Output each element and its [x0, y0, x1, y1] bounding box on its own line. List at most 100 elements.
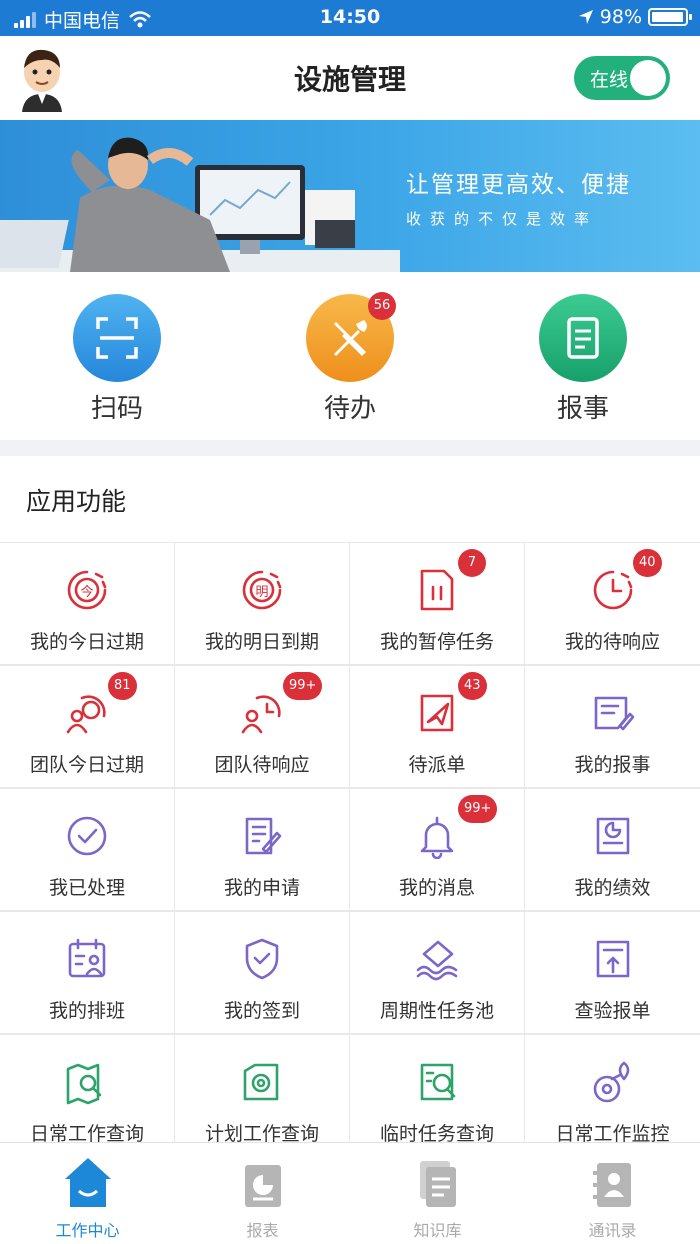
grid-item-label: 日常工作查询 — [29, 1123, 144, 1142]
contacts-icon — [592, 1163, 631, 1207]
grid-item-label: 我的排班 — [48, 1000, 125, 1022]
banner-headline: 让管理更高效、便捷 — [406, 172, 631, 198]
grid-item[interactable]: 我的消息 99+ — [350, 788, 525, 911]
grid-item[interactable]: 查验报单 — [525, 911, 700, 1034]
bell-icon — [350, 813, 524, 859]
grid-item[interactable]: 团队今日过期 81 — [0, 665, 175, 788]
grid-item-label: 我的绩效 — [574, 877, 651, 899]
todo-label: 待办 — [323, 394, 376, 424]
team-pending-icon — [175, 690, 349, 736]
schedule-icon — [0, 936, 174, 982]
grid-item-label: 我的申请 — [223, 877, 300, 899]
grid-item[interactable]: 计划工作查询 — [175, 1034, 350, 1142]
grid-item-label: 计划工作查询 — [204, 1123, 319, 1142]
section-title: 应用功能 — [26, 487, 127, 516]
grid-item[interactable]: 我的申请 — [175, 788, 350, 911]
count-badge: 81 — [108, 672, 137, 700]
grid-item[interactable]: 我的暂停任务 7 — [350, 542, 525, 665]
tomorrow-due-icon: 明 — [175, 567, 349, 613]
grid-item-label: 我的明日到期 — [204, 631, 319, 653]
grid-item-label: 我的消息 — [398, 877, 475, 899]
grid-item[interactable]: 日常工作查询 — [0, 1034, 175, 1142]
grid-item[interactable]: 我已处理 — [0, 788, 175, 911]
grid-item[interactable]: 我的绩效 — [525, 788, 700, 911]
daily-query-icon — [0, 1059, 174, 1105]
my-report-icon — [525, 690, 700, 736]
grid-item-label: 我的待响应 — [564, 631, 660, 653]
task-pool-icon — [350, 936, 524, 982]
knowledge-icon — [419, 1161, 456, 1207]
inspect-report-icon — [525, 936, 700, 982]
report-circle — [539, 294, 627, 382]
todo-button[interactable]: 56 待办 — [290, 292, 410, 425]
report-icon — [244, 1165, 281, 1207]
grid-item[interactable]: 我的报事 — [525, 665, 700, 788]
plan-query-icon — [175, 1059, 349, 1105]
scan-circle — [73, 294, 161, 382]
home-icon — [64, 1158, 111, 1207]
grid-item[interactable]: 我的排班 — [0, 911, 175, 1034]
app-header: 设施管理 在线 — [0, 36, 700, 120]
grid-item[interactable]: 临时任务查询 — [350, 1034, 525, 1142]
dispatch-icon — [350, 690, 524, 736]
checkin-icon — [175, 936, 349, 982]
tab-label: 通讯录 — [588, 1221, 637, 1240]
banner[interactable]: 让管理更高效、便捷 收获的不仅是效率 — [0, 120, 700, 272]
scan-icon — [96, 317, 138, 359]
grid-item-label: 查验报单 — [574, 1000, 651, 1022]
tab-label: 工作中心 — [55, 1221, 120, 1240]
grid-item[interactable]: 日常工作监控 — [525, 1034, 700, 1142]
performance-icon — [525, 813, 700, 859]
today-expired-icon: 今 — [0, 567, 174, 613]
grid-item[interactable]: 团队待响应 99+ — [175, 665, 350, 788]
tab-label: 知识库 — [413, 1221, 462, 1240]
todo-circle: 56 — [306, 292, 396, 382]
tab-work-center[interactable]: 工作中心 — [0, 1149, 175, 1241]
tab-reports[interactable]: 报表 — [175, 1149, 350, 1241]
battery-fill — [652, 12, 683, 22]
count-badge: 99+ — [458, 795, 498, 823]
grid-item-label: 团队待响应 — [214, 754, 310, 776]
battery-icon — [648, 8, 692, 26]
grid-item-label: 我的今日过期 — [29, 631, 144, 653]
grid-item[interactable]: 周期性任务池 — [350, 911, 525, 1034]
application-icon — [175, 813, 349, 859]
function-grid: 今我的今日过期明我的明日到期 我的暂停任务 7 我的待响应 40 团队今日过期 81 团队待响… — [0, 542, 700, 1142]
grid-item-label: 待派单 — [408, 754, 466, 776]
grid-item-label: 临时任务查询 — [379, 1123, 494, 1142]
grid-item-label: 周期性任务池 — [379, 1000, 494, 1022]
grid-item[interactable]: 我的签到 — [175, 911, 350, 1034]
online-toggle[interactable]: 在线 — [574, 56, 670, 100]
status-right: 98% — [578, 6, 692, 28]
grid-item[interactable]: 待派单 43 — [350, 665, 525, 788]
grid-item-label: 日常工作监控 — [555, 1123, 670, 1142]
banner-illustration — [0, 137, 400, 272]
status-bar: 中国电信 14:50 98% — [0, 0, 700, 36]
grid-item-label: 团队今日过期 — [29, 754, 144, 776]
monitor-icon — [525, 1059, 700, 1105]
location-arrow-icon — [578, 10, 593, 24]
clipboard-icon — [567, 317, 599, 359]
count-badge: 43 — [458, 672, 487, 700]
team-today-expired-icon — [0, 690, 174, 736]
paused-task-icon — [350, 567, 524, 613]
report-label: 报事 — [556, 394, 609, 424]
tab-label: 报表 — [246, 1221, 279, 1240]
tools-icon — [334, 320, 367, 356]
section-divider — [0, 440, 700, 456]
tab-contacts[interactable]: 通讯录 — [525, 1149, 700, 1241]
quick-actions: 扫码 56 待办 报事 — [0, 272, 700, 440]
tab-knowledge[interactable]: 知识库 — [350, 1149, 525, 1241]
grid-item[interactable]: 今我的今日过期 — [0, 542, 175, 665]
grid-item[interactable]: 明我的明日到期 — [175, 542, 350, 665]
scan-button[interactable]: 扫码 — [57, 294, 177, 425]
svg-text:明: 明 — [255, 585, 268, 600]
grid-item-label: 我的暂停任务 — [379, 631, 494, 653]
check-circle-icon — [0, 813, 174, 859]
grid-item[interactable]: 我的待响应 40 — [525, 542, 700, 665]
report-button[interactable]: 报事 — [523, 294, 643, 425]
temp-query-icon — [350, 1059, 524, 1105]
tab-bar: 工作中心 报表 知识库 通讯录 — [0, 1142, 700, 1244]
count-badge: 40 — [633, 549, 662, 577]
svg-text:今: 今 — [80, 584, 93, 600]
